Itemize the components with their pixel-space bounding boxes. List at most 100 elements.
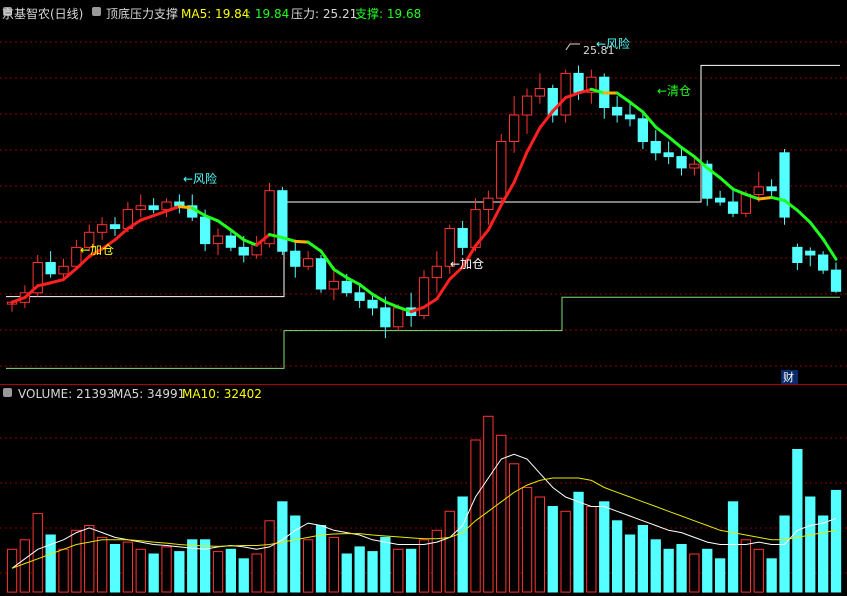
volume-bar-up: [753, 548, 764, 593]
candle-down: [612, 106, 623, 116]
candle-down: [225, 235, 236, 248]
candle-up: [560, 72, 571, 116]
volume-bar-down: [341, 553, 352, 593]
candle-down: [830, 269, 842, 292]
volume-bar-down: [573, 491, 584, 593]
volume-bar-up: [6, 548, 18, 593]
volume-bar-down: [380, 536, 391, 593]
volume-bar-down: [225, 548, 236, 593]
candle-down: [766, 186, 777, 192]
volume-bar-down: [547, 506, 558, 593]
volume-bar-down: [406, 548, 417, 593]
volume-bar-down: [727, 501, 739, 593]
volume-bar-up: [393, 548, 404, 593]
volume-bar-up: [418, 539, 430, 593]
candle-down: [341, 280, 352, 294]
volume-bar-down: [805, 496, 816, 593]
volume-bar-up: [58, 548, 69, 593]
volume-bar-up: [161, 546, 172, 593]
add-annotation-1: ←加仓: [80, 243, 114, 257]
volume-bar-down: [612, 520, 623, 593]
volume-bar-up: [470, 439, 481, 593]
volume-bar-down: [818, 515, 829, 593]
candle-down: [650, 141, 661, 154]
volume-bar-up: [328, 536, 340, 593]
candle-up: [431, 265, 443, 279]
candle-down: [315, 258, 327, 290]
volume-bar-up: [135, 548, 146, 593]
volume-ma5-value: MA5: 34991: [113, 387, 185, 401]
ma5-segment: [177, 205, 194, 210]
high-price-label: 25.81: [583, 44, 615, 57]
support-value: 支撑: 19.68: [355, 6, 421, 21]
volume-bar-down: [457, 496, 468, 593]
candle-down: [148, 205, 159, 211]
add-annotation-2: ←加仓: [450, 257, 484, 271]
volume-bar-up: [19, 539, 31, 593]
candle-up: [328, 280, 340, 290]
volume-bar-down: [779, 515, 790, 593]
candle-up: [753, 186, 764, 195]
volume-bar-up: [586, 506, 597, 593]
candle-down: [367, 299, 378, 309]
candle-down: [457, 228, 468, 248]
volume-bar-down: [367, 551, 378, 593]
volume-bar-up: [264, 520, 275, 593]
volume-bar-up: [32, 513, 43, 593]
candle-down: [290, 250, 301, 267]
volume-bar-down: [792, 449, 803, 593]
candle-down: [637, 118, 649, 143]
candle-down: [663, 152, 674, 158]
volume-bar-down: [637, 525, 649, 593]
candle-up: [135, 205, 146, 211]
stock-title: 京基智农(日线): [2, 6, 83, 21]
volume-bar-down: [715, 558, 726, 593]
volume-bar-up: [444, 510, 455, 593]
candle-down: [624, 114, 636, 120]
volume-bar-up: [534, 496, 546, 593]
candle-up: [393, 307, 404, 328]
candle-down: [818, 254, 829, 271]
risk-annotation-1: ←风险: [183, 171, 217, 186]
volume-bar-down: [109, 544, 121, 593]
indicator-menu-icon[interactable]: [92, 7, 101, 16]
volume-bar-down: [290, 515, 301, 593]
volume-bar-down: [676, 544, 687, 593]
volume-value: VOLUME: 21393: [18, 387, 114, 401]
volume-bar-up: [71, 529, 82, 593]
volume-bar-up: [212, 551, 224, 593]
candle-down: [109, 224, 121, 229]
ma5-segment: [293, 239, 310, 244]
candle-down: [380, 307, 391, 328]
candle-up: [521, 95, 533, 116]
candle-down: [715, 197, 726, 203]
candle-up: [509, 114, 520, 142]
candle-down: [727, 201, 739, 214]
volume-bar-up: [97, 536, 108, 593]
candle-down: [676, 156, 687, 169]
ma5-value-2: : 19.84: [247, 7, 289, 21]
candle-up: [496, 141, 507, 199]
volume-bar-up: [740, 539, 752, 593]
candle-up: [303, 258, 314, 267]
volume-bar-up: [560, 510, 571, 593]
volume-bar-down: [354, 546, 365, 593]
volume-bar-down: [174, 551, 185, 593]
pressure-value: 压力: 25.21: [291, 7, 357, 21]
volume-bar-up: [303, 539, 314, 593]
volume-bar-down: [624, 534, 636, 593]
candle-up: [97, 224, 108, 233]
candle-down: [200, 216, 211, 245]
clear-annotation: ←清仓: [657, 84, 691, 98]
candle-down: [354, 292, 365, 301]
volume-bar-up: [689, 553, 700, 593]
volume-bar-up: [509, 463, 520, 593]
volume-bar-down: [277, 501, 288, 593]
volume-bar-up: [122, 541, 133, 593]
ma5-segment: [757, 195, 774, 201]
stock-chart[interactable]: 京基智农(日线) 顶底压力支撑 MA5: 19.84 : 19.84 压力: 2…: [0, 0, 847, 596]
volume-bar-down: [148, 553, 159, 593]
volume-menu-icon[interactable]: [3, 388, 12, 397]
candle-up: [212, 235, 224, 245]
candle-up: [483, 197, 494, 210]
